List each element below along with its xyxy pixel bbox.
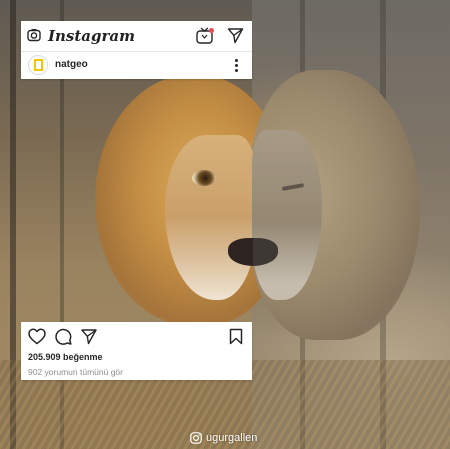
camera-icon[interactable] [27,28,41,42]
lion-eye [192,170,216,186]
national-geographic-logo [34,59,43,71]
lion-nose [228,238,278,266]
more-vertical-icon[interactable] [231,57,241,73]
app-top-bar: Instagram [21,21,252,52]
post-card-footer: 205.909 beğenme 902 yorumun tümünü gör [21,322,252,380]
post-card-header: Instagram natgeo [21,21,252,79]
bookmark-icon[interactable] [227,328,245,345]
post-header: natgeo [21,52,252,79]
view-comments-link[interactable]: 902 yorumun tümünü gör [28,367,123,377]
igtv-icon[interactable] [196,27,214,44]
paper-plane-icon[interactable] [227,27,244,44]
avatar[interactable] [28,55,48,75]
paper-plane-icon[interactable] [80,328,98,345]
heart-icon[interactable] [28,328,46,345]
author-watermark: ugurgallen [190,430,257,446]
watermark-handle: ugurgallen [206,432,258,444]
post-username[interactable]: natgeo [55,59,88,70]
comment-icon[interactable] [54,328,72,345]
instagram-icon [190,432,202,444]
app-title: Instagram [48,27,135,45]
like-count[interactable]: 205.909 beğenme [28,352,103,362]
